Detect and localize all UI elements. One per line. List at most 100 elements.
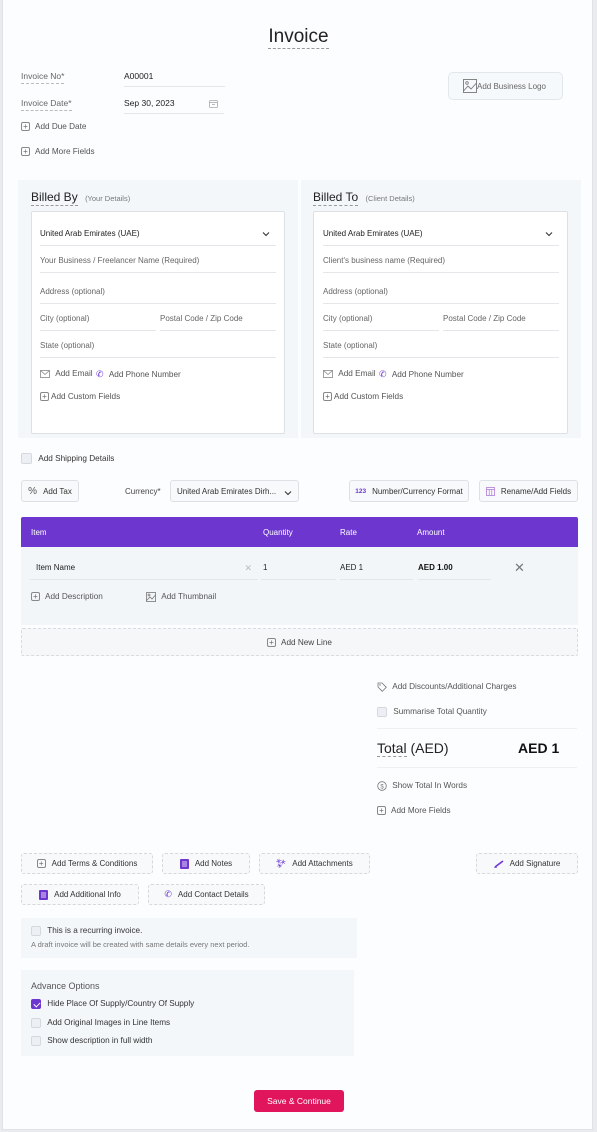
billed-by-add-phone-button[interactable]: ✆ Add Phone Number: [96, 369, 181, 380]
advance-option-label: Hide Place Of Supply/Country Of Supply: [47, 999, 195, 1009]
billed-to-city-placeholder: City (optional): [323, 314, 373, 323]
total-label-text[interactable]: Total: [377, 740, 407, 757]
advance-option-row[interactable]: Hide Place Of Supply/Country Of Supply: [31, 999, 194, 1009]
billed-by-address-input[interactable]: Address (optional): [40, 287, 276, 304]
quantity-input[interactable]: 1: [261, 563, 336, 580]
billed-to-postal-input[interactable]: Postal Code / Zip Code: [443, 314, 559, 331]
remove-row-icon[interactable]: ✕: [514, 560, 525, 576]
billed-to-add-custom-button[interactable]: + Add Custom Fields: [323, 392, 403, 402]
summarise-qty-checkbox[interactable]: [377, 707, 387, 717]
full-width-description-checkbox[interactable]: [31, 1036, 41, 1046]
add-phone-label: Add Phone Number: [391, 370, 464, 379]
tag-icon: [377, 682, 387, 692]
add-tax-label: Add Tax: [43, 486, 72, 496]
add-description-button[interactable]: + Add Description: [31, 592, 103, 602]
add-discounts-label: Add Discounts/Additional Charges: [392, 682, 517, 692]
invoice-no-value: A00001: [124, 71, 154, 81]
item-name-value: Item Name: [36, 563, 76, 572]
invoice-no-label: Invoice No*: [21, 71, 65, 84]
page-title: Invoice: [0, 26, 597, 49]
advance-option-label: Show description in full width: [47, 1036, 153, 1046]
shipping-checkbox-row[interactable]: Add Shipping Details: [21, 453, 114, 464]
recurring-hint: A draft invoice will be created with sam…: [31, 940, 250, 949]
save-continue-button[interactable]: Save & Continue: [254, 1090, 344, 1112]
add-custom-label: Add Custom Fields: [51, 392, 121, 401]
add-attachments-button[interactable]: ⁂ Add Attachments: [259, 853, 370, 874]
recurring-row[interactable]: This is a recurring invoice.: [31, 926, 142, 936]
add-additional-info-button[interactable]: Add Additional Info: [21, 884, 139, 905]
rate-value: AED 1: [340, 563, 364, 572]
billed-by-state-input[interactable]: State (optional): [40, 341, 276, 358]
plus-icon: +: [267, 637, 276, 647]
column-quantity: Quantity: [263, 528, 293, 537]
column-item: Item: [31, 528, 47, 537]
advance-options-title: Advance Options: [31, 981, 100, 991]
billed-to-add-email-button[interactable]: Add Email: [323, 369, 376, 378]
add-description-label: Add Description: [45, 592, 103, 601]
shipping-checkbox[interactable]: [21, 453, 32, 464]
add-more-fields-button[interactable]: + Add More Fields: [21, 147, 95, 157]
plus-icon: +: [31, 592, 40, 602]
billed-by-add-email-button[interactable]: Add Email: [40, 369, 93, 378]
rate-input[interactable]: AED 1: [340, 563, 413, 580]
add-notes-button[interactable]: Add Notes: [162, 853, 250, 874]
item-name-input[interactable]: Item Name ✕: [30, 563, 258, 580]
advance-option-row[interactable]: Show description in full width: [31, 1036, 152, 1046]
billed-by-name-input[interactable]: Your Business / Freelancer Name (Require…: [40, 256, 276, 273]
billed-to-city-input[interactable]: City (optional): [323, 314, 439, 331]
total-label: Total (AED): [377, 740, 449, 757]
image-icon: [146, 592, 156, 602]
advance-option-label: Add Original Images in Line Items: [47, 1018, 171, 1028]
billed-by-country-select[interactable]: United Arab Emirates (UAE): [40, 229, 276, 246]
note-icon: [179, 858, 189, 869]
show-total-words-button[interactable]: $ Show Total In Words: [377, 781, 467, 791]
divider: [377, 728, 577, 729]
advance-option-row[interactable]: Add Original Images in Line Items: [31, 1018, 170, 1028]
original-images-checkbox[interactable]: [31, 1018, 41, 1028]
billed-by-city-input[interactable]: City (optional): [40, 314, 156, 331]
clear-icon[interactable]: ✕: [244, 563, 252, 574]
billed-to-country-select[interactable]: United Arab Emirates (UAE): [323, 229, 559, 246]
table-columns-icon: [485, 486, 495, 496]
billed-to-state-input[interactable]: State (optional): [323, 341, 559, 358]
add-terms-button[interactable]: + Add Terms & Conditions: [21, 853, 153, 874]
rename-fields-label: Rename/Add Fields: [500, 486, 572, 496]
number-format-button[interactable]: 123 Number/Currency Format: [349, 480, 469, 502]
hide-place-of-supply-checkbox[interactable]: [31, 999, 41, 1009]
add-new-line-button[interactable]: + Add New Line: [21, 628, 578, 656]
add-business-logo-button[interactable]: Add Business Logo: [448, 72, 563, 100]
calendar-icon[interactable]: [209, 98, 218, 109]
billed-to-add-phone-button[interactable]: ✆ Add Phone Number: [379, 369, 464, 380]
billed-by-postal-input[interactable]: Postal Code / Zip Code: [160, 314, 276, 331]
billed-by-state-placeholder: State (optional): [40, 341, 95, 350]
invoice-date-input[interactable]: Sep 30, 2023: [124, 98, 224, 114]
billed-by-add-custom-button[interactable]: + Add Custom Fields: [40, 392, 121, 402]
add-phone-label: Add Phone Number: [108, 370, 181, 379]
total-value: AED 1: [518, 740, 560, 756]
summary-add-more-fields-button[interactable]: + Add More Fields: [377, 806, 451, 816]
billed-to-address-input[interactable]: Address (optional): [323, 287, 559, 304]
currency-select[interactable]: United Arab Emirates Dirh...: [170, 480, 299, 502]
billed-to-state-placeholder: State (optional): [323, 341, 378, 350]
add-discounts-button[interactable]: Add Discounts/Additional Charges: [377, 682, 517, 692]
invoice-title[interactable]: Invoice: [268, 26, 329, 49]
billed-by-title: Billed By: [31, 190, 78, 206]
add-contact-details-button[interactable]: ✆ Add Contact Details: [148, 884, 265, 905]
dollar-circle-icon: $: [377, 781, 387, 791]
rename-fields-button[interactable]: Rename/Add Fields: [479, 480, 578, 502]
billed-by-name-placeholder: Your Business / Freelancer Name (Require…: [40, 256, 200, 265]
summarise-qty-row[interactable]: Summarise Total Quantity: [377, 707, 487, 717]
total-currency: (AED): [410, 740, 449, 756]
plus-icon: +: [21, 147, 30, 157]
billed-to-name-input[interactable]: Client's business name (Required): [323, 256, 559, 273]
items-table-row: [21, 547, 578, 625]
add-tax-button[interactable]: % Add Tax: [21, 480, 79, 502]
plus-icon: +: [36, 859, 46, 868]
invoice-no-input[interactable]: A00001: [124, 71, 225, 87]
add-due-date-button[interactable]: + Add Due Date: [21, 122, 86, 132]
pen-icon: [493, 859, 504, 868]
add-thumbnail-button[interactable]: Add Thumbnail: [146, 592, 216, 602]
plus-icon: +: [21, 122, 30, 132]
recurring-checkbox[interactable]: [31, 926, 41, 936]
add-signature-button[interactable]: Add Signature: [476, 853, 578, 874]
